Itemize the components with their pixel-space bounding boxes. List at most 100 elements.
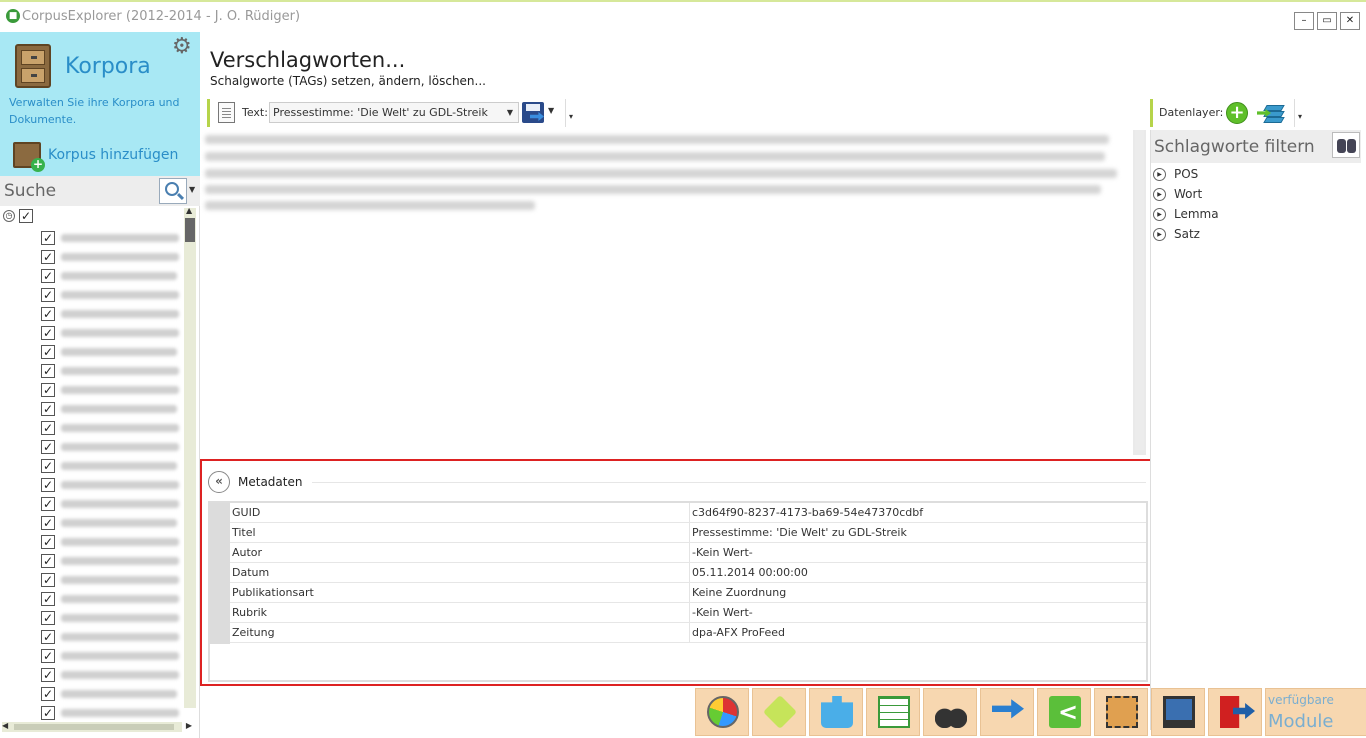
tree-root[interactable]: ◷ ✓	[3, 209, 33, 223]
vertical-scrollbar[interactable]: ▲	[184, 206, 196, 708]
expand-arrow-icon[interactable]: ▶	[1153, 187, 1166, 201]
filter-item[interactable]: ▶ Lemma	[1153, 204, 1219, 224]
tree-item[interactable]: ✓	[41, 513, 181, 532]
save-icon[interactable]	[522, 102, 544, 123]
tree-item[interactable]: ✓	[41, 608, 181, 627]
close-button[interactable]: ✕	[1340, 12, 1360, 30]
gear-icon[interactable]: ⚙	[172, 36, 192, 58]
document-text[interactable]	[201, 127, 1147, 457]
module-button[interactable]	[1151, 688, 1205, 736]
expand-arrow-icon[interactable]: ▶	[1153, 167, 1166, 181]
item-checkbox[interactable]: ✓	[41, 439, 55, 454]
filter-item[interactable]: ▶ Wort	[1153, 184, 1202, 204]
module-button[interactable]	[923, 688, 977, 736]
tree-item[interactable]: ✓	[41, 665, 181, 684]
metadata-row[interactable]: Zeitung dpa-AFX ProFeed	[230, 623, 1146, 643]
minimize-button[interactable]: –	[1294, 12, 1314, 30]
item-checkbox[interactable]: ✓	[41, 230, 55, 245]
tree-item[interactable]: ✓	[41, 323, 181, 342]
item-checkbox[interactable]: ✓	[41, 306, 55, 321]
tree-item[interactable]: ✓	[41, 437, 181, 456]
toolbar-overflow-icon[interactable]: ▾	[565, 99, 576, 127]
metadata-row[interactable]: Autor -Kein Wert-	[230, 543, 1146, 563]
item-checkbox[interactable]: ✓	[41, 534, 55, 549]
add-corpus-icon[interactable]: +	[13, 142, 45, 172]
item-checkbox[interactable]: ✓	[41, 287, 55, 302]
collapse-icon[interactable]: «	[208, 471, 230, 493]
item-checkbox[interactable]: ✓	[41, 629, 55, 644]
item-checkbox[interactable]: ✓	[41, 553, 55, 568]
metadata-row[interactable]: Publikationsart Keine Zuordnung	[230, 583, 1146, 603]
module-button[interactable]	[809, 688, 863, 736]
expand-arrow-icon[interactable]: ▶	[1153, 207, 1166, 221]
tree-item[interactable]: ✓	[41, 703, 181, 722]
tree-item[interactable]: ✓	[41, 361, 181, 380]
item-checkbox[interactable]: ✓	[41, 515, 55, 530]
layers-icon[interactable]	[1257, 103, 1285, 123]
item-checkbox[interactable]: ✓	[41, 496, 55, 511]
module-button[interactable]	[1208, 688, 1262, 736]
filter-item[interactable]: ▶ POS	[1153, 164, 1198, 184]
tree-item[interactable]: ✓	[41, 627, 181, 646]
item-checkbox[interactable]: ✓	[41, 572, 55, 587]
item-checkbox[interactable]: ✓	[41, 268, 55, 283]
tree-item[interactable]: ✓	[41, 304, 181, 323]
metadata-row[interactable]: Rubrik -Kein Wert-	[230, 603, 1146, 623]
module-button[interactable]	[980, 688, 1034, 736]
item-checkbox[interactable]: ✓	[41, 420, 55, 435]
horizontal-scrollbar[interactable]: ◀ ▶	[2, 721, 192, 732]
tree-item[interactable]: ✓	[41, 342, 181, 361]
text-select[interactable]: Pressestimme: 'Die Welt' zu GDL-Streik ▼	[269, 102, 519, 123]
item-checkbox[interactable]: ✓	[41, 401, 55, 416]
binoculars-icon[interactable]	[1332, 132, 1360, 158]
item-checkbox[interactable]: ✓	[41, 591, 55, 606]
tree-item[interactable]: ✓	[41, 266, 181, 285]
add-corpus-button[interactable]: Korpus hinzufügen	[48, 147, 178, 163]
metadata-row[interactable]: Titel Pressestimme: 'Die Welt' zu GDL-Str…	[230, 523, 1146, 543]
tree-item[interactable]: ✓	[41, 475, 181, 494]
tree-item[interactable]: ✓	[41, 380, 181, 399]
expand-arrow-icon[interactable]: ▶	[1153, 227, 1166, 241]
item-checkbox[interactable]: ✓	[41, 325, 55, 340]
item-checkbox[interactable]: ✓	[41, 344, 55, 359]
tree-item[interactable]: ✓	[41, 247, 181, 266]
tree-item[interactable]: ✓	[41, 228, 181, 247]
item-checkbox[interactable]: ✓	[41, 477, 55, 492]
search-dropdown-icon[interactable]: ▼	[189, 185, 195, 194]
available-modules-button[interactable]: verfügbare Module	[1265, 688, 1366, 736]
filter-item[interactable]: ▶ Satz	[1153, 224, 1200, 244]
item-checkbox[interactable]: ✓	[41, 686, 55, 701]
module-button[interactable]	[866, 688, 920, 736]
item-checkbox[interactable]: ✓	[41, 458, 55, 473]
tree-item[interactable]: ✓	[41, 418, 181, 437]
tree-item[interactable]: ✓	[41, 494, 181, 513]
tree-item[interactable]: ✓	[41, 532, 181, 551]
tree-item[interactable]: ✓	[41, 646, 181, 665]
tree-item[interactable]: ✓	[41, 285, 181, 304]
tree-item[interactable]: ✓	[41, 399, 181, 418]
root-checkbox[interactable]: ✓	[19, 209, 33, 223]
metadata-row[interactable]: Datum 05.11.2014 00:00:00	[230, 563, 1146, 583]
item-checkbox[interactable]: ✓	[41, 382, 55, 397]
module-button[interactable]	[1094, 688, 1148, 736]
item-checkbox[interactable]: ✓	[41, 705, 55, 720]
module-button[interactable]	[752, 688, 806, 736]
metadata-row[interactable]: GUID c3d64f90-8237-4173-ba69-54e47370cdbf	[230, 503, 1146, 523]
tree-item[interactable]: ✓	[41, 456, 181, 475]
item-checkbox[interactable]: ✓	[41, 363, 55, 378]
module-button[interactable]	[695, 688, 749, 736]
restore-button[interactable]: ▭	[1317, 12, 1337, 30]
tree-item[interactable]: ✓	[41, 589, 181, 608]
module-button[interactable]	[1037, 688, 1091, 736]
item-checkbox[interactable]: ✓	[41, 648, 55, 663]
tree-item[interactable]: ✓	[41, 570, 181, 589]
expand-icon[interactable]: ◷	[3, 210, 15, 222]
item-checkbox[interactable]: ✓	[41, 610, 55, 625]
item-checkbox[interactable]: ✓	[41, 667, 55, 682]
search-icon[interactable]	[159, 178, 187, 204]
layer-toolbar-overflow-icon[interactable]: ▾	[1294, 99, 1305, 127]
add-layer-icon[interactable]: +	[1226, 102, 1248, 124]
text-scrollbar[interactable]	[1133, 130, 1146, 455]
tree-item[interactable]: ✓	[41, 684, 181, 703]
save-dropdown-icon[interactable]: ▼	[548, 106, 554, 115]
